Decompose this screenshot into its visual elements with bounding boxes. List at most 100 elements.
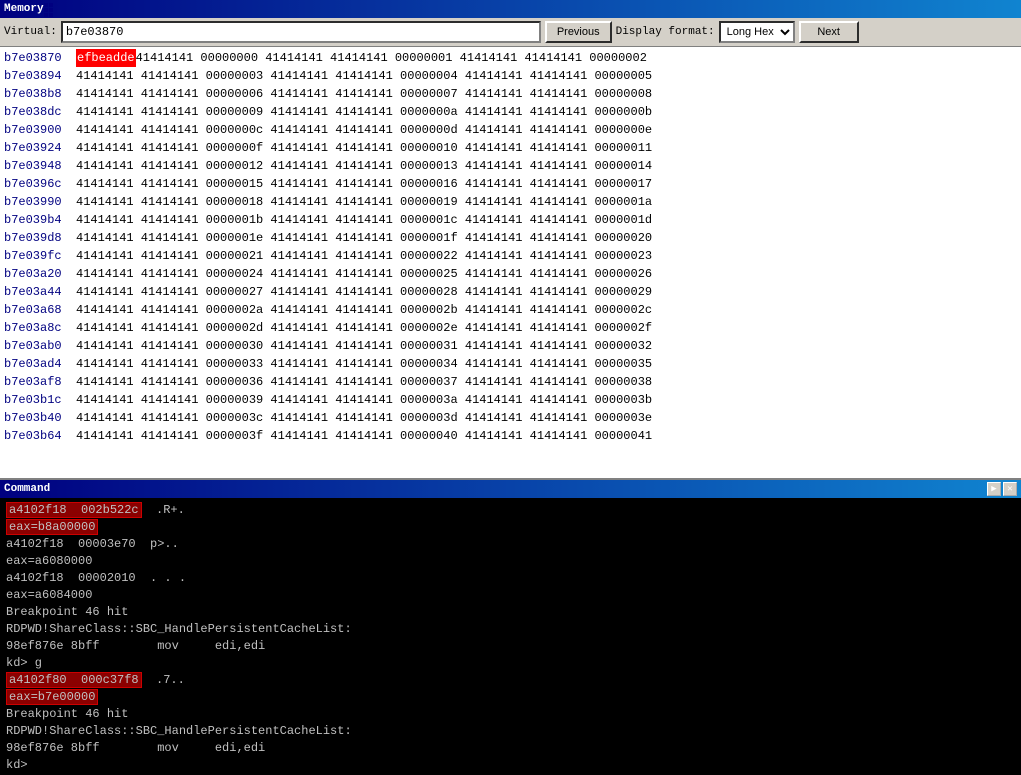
memory-row: b7e03900 41414141 41414141 0000000c 4141… — [4, 121, 1017, 139]
memory-row: b7e039d8 41414141 41414141 0000001e 4141… — [4, 229, 1017, 247]
cmd-line: eax=b7e00000 — [6, 689, 1015, 706]
mem-values: 41414141 41414141 0000000f 41414141 4141… — [76, 139, 652, 157]
cmd-line: RDPWD!ShareClass::SBC_HandlePersistentCa… — [6, 723, 1015, 740]
memory-row: b7e03a8c 41414141 41414141 0000002d 4141… — [4, 319, 1017, 337]
memory-row: b7e03a68 41414141 41414141 0000002a 4141… — [4, 301, 1017, 319]
command-panel: Command ▶ ✕ a4102f18 002b522c .R+.eax=b8… — [0, 480, 1021, 775]
mem-addr: b7e03af8 — [4, 373, 76, 391]
mem-addr: b7e03894 — [4, 67, 76, 85]
mem-values: 41414141 41414141 00000033 41414141 4141… — [76, 355, 652, 373]
cmd-highlighted-line: eax=b8a00000 — [6, 519, 98, 535]
mem-addr: b7e03924 — [4, 139, 76, 157]
mem-addr: b7e03a68 — [4, 301, 76, 319]
cmd-highlighted-line: a4102f18 002b522c — [6, 502, 142, 518]
mem-values: 41414141 41414141 00000006 41414141 4141… — [76, 85, 652, 103]
virtual-input[interactable] — [61, 21, 541, 43]
memory-row: b7e039b4 41414141 41414141 0000001b 4141… — [4, 211, 1017, 229]
cmd-line: Breakpoint 46 hit — [6, 604, 1015, 621]
memory-panel: Memory Virtual: Previous Display format:… — [0, 0, 1021, 480]
mem-addr: b7e03948 — [4, 157, 76, 175]
grid-icon — [44, 3, 56, 15]
memory-row: b7e03990 41414141 41414141 00000018 4141… — [4, 193, 1017, 211]
mem-values: 41414141 41414141 00000030 41414141 4141… — [76, 337, 652, 355]
mem-values: 41414141 41414141 00000009 41414141 4141… — [76, 103, 652, 121]
mem-addr: b7e03a8c — [4, 319, 76, 337]
mem-addr: b7e03b64 — [4, 427, 76, 445]
memory-row: b7e03af8 41414141 41414141 00000036 4141… — [4, 373, 1017, 391]
memory-row: b7e03b1c 41414141 41414141 00000039 4141… — [4, 391, 1017, 409]
cmd-line: 98ef876e 8bff mov edi,edi — [6, 740, 1015, 757]
cmd-line: a4102f80 000c37f8 .7.. — [6, 672, 1015, 689]
mem-values: 41414141 41414141 00000015 41414141 4141… — [76, 175, 652, 193]
close-icon-btn[interactable]: ✕ — [1003, 482, 1017, 496]
display-format-label: Display format: — [616, 26, 715, 38]
cmd-highlighted-line: a4102f80 000c37f8 — [6, 672, 142, 688]
memory-title: Memory — [4, 3, 44, 15]
previous-button[interactable]: Previous — [545, 21, 612, 43]
cmd-line: 98ef876e 8bff mov edi,edi — [6, 638, 1015, 655]
mem-values: 41414141 41414141 0000002a 41414141 4141… — [76, 301, 652, 319]
cmd-line: a4102f18 00003e70 p>.. — [6, 536, 1015, 553]
mem-addr: b7e03b40 — [4, 409, 76, 427]
cmd-line: eax=a6080000 — [6, 553, 1015, 570]
memory-row: b7e03924 41414141 41414141 0000000f 4141… — [4, 139, 1017, 157]
next-button[interactable]: Next — [799, 21, 859, 43]
display-format-select[interactable]: Long Hex — [719, 21, 795, 43]
cmd-line: kd> — [6, 757, 1015, 774]
memory-row: b7e03b40 41414141 41414141 0000003c 4141… — [4, 409, 1017, 427]
mem-highlighted-value: efbeadde — [76, 49, 136, 67]
mem-values: 41414141 41414141 0000000c 41414141 4141… — [76, 121, 652, 139]
command-content: a4102f18 002b522c .R+.eax=b8a00000a4102f… — [0, 498, 1021, 775]
memory-toolbar: Virtual: Previous Display format: Long H… — [0, 18, 1021, 47]
mem-values: 41414141 41414141 0000003c 41414141 4141… — [76, 409, 652, 427]
mem-addr: b7e03b1c — [4, 391, 76, 409]
mem-addr: b7e039fc — [4, 247, 76, 265]
mem-addr: b7e03a44 — [4, 283, 76, 301]
mem-addr: b7e0396c — [4, 175, 76, 193]
mem-values: 41414141 41414141 00000039 41414141 4141… — [76, 391, 652, 409]
mem-values: 41414141 41414141 00000024 41414141 4141… — [76, 265, 652, 283]
mem-values: 41414141 41414141 0000001e 41414141 4141… — [76, 229, 652, 247]
mem-values: 41414141 41414141 0000001b 41414141 4141… — [76, 211, 652, 229]
memory-row: b7e03870 efbeadde 41414141 00000000 4141… — [4, 49, 1017, 67]
cmd-line: a4102f18 00002010 . . . — [6, 570, 1015, 587]
mem-values: 41414141 41414141 0000002d 41414141 4141… — [76, 319, 652, 337]
mem-addr: b7e03ad4 — [4, 355, 76, 373]
memory-row: b7e03b64 41414141 41414141 0000003f 4141… — [4, 427, 1017, 445]
cmd-line: a4102f18 002b522c .R+. — [6, 502, 1015, 519]
mem-values: 41414141 41414141 00000021 41414141 4141… — [76, 247, 652, 265]
mem-values: 41414141 41414141 00000012 41414141 4141… — [76, 157, 652, 175]
cmd-highlighted-line: eax=b7e00000 — [6, 689, 98, 705]
memory-row: b7e03948 41414141 41414141 00000012 4141… — [4, 157, 1017, 175]
cmd-line: eax=b8a00000 — [6, 519, 1015, 536]
mem-values: 41414141 41414141 00000027 41414141 4141… — [76, 283, 652, 301]
cmd-line: Breakpoint 46 hit — [6, 706, 1015, 723]
memory-row: b7e03894 41414141 41414141 00000003 4141… — [4, 67, 1017, 85]
mem-addr: b7e039b4 — [4, 211, 76, 229]
memory-row: b7e038dc 41414141 41414141 00000009 4141… — [4, 103, 1017, 121]
command-title: Command — [4, 483, 50, 495]
memory-row: b7e03a20 41414141 41414141 00000024 4141… — [4, 265, 1017, 283]
memory-row: b7e039fc 41414141 41414141 00000021 4141… — [4, 247, 1017, 265]
memory-content: b7e03870 efbeadde 41414141 00000000 4141… — [0, 47, 1021, 478]
mem-values: 41414141 41414141 0000003f 41414141 4141… — [76, 427, 652, 445]
cmd-line: kd> g — [6, 655, 1015, 672]
mem-addr: b7e03900 — [4, 121, 76, 139]
memory-row: b7e03ad4 41414141 41414141 00000033 4141… — [4, 355, 1017, 373]
mem-values: 41414141 00000000 41414141 41414141 0000… — [136, 49, 647, 67]
mem-values: 41414141 41414141 00000003 41414141 4141… — [76, 67, 652, 85]
memory-row: b7e03ab0 41414141 41414141 00000030 4141… — [4, 337, 1017, 355]
memory-row: b7e0396c 41414141 41414141 00000015 4141… — [4, 175, 1017, 193]
mem-addr: b7e03870 — [4, 49, 76, 67]
command-title-bar: Command ▶ ✕ — [0, 480, 1021, 498]
virtual-label: Virtual: — [4, 26, 57, 38]
cmd-line: RDPWD!ShareClass::SBC_HandlePersistentCa… — [6, 621, 1015, 638]
mem-addr: b7e03a20 — [4, 265, 76, 283]
mem-addr: b7e038dc — [4, 103, 76, 121]
mem-addr: b7e03ab0 — [4, 337, 76, 355]
terminal-icon-btn[interactable]: ▶ — [987, 482, 1001, 496]
command-title-icons: ▶ ✕ — [987, 482, 1017, 496]
mem-addr: b7e03990 — [4, 193, 76, 211]
memory-row: b7e038b8 41414141 41414141 00000006 4141… — [4, 85, 1017, 103]
mem-values: 41414141 41414141 00000036 41414141 4141… — [76, 373, 652, 391]
